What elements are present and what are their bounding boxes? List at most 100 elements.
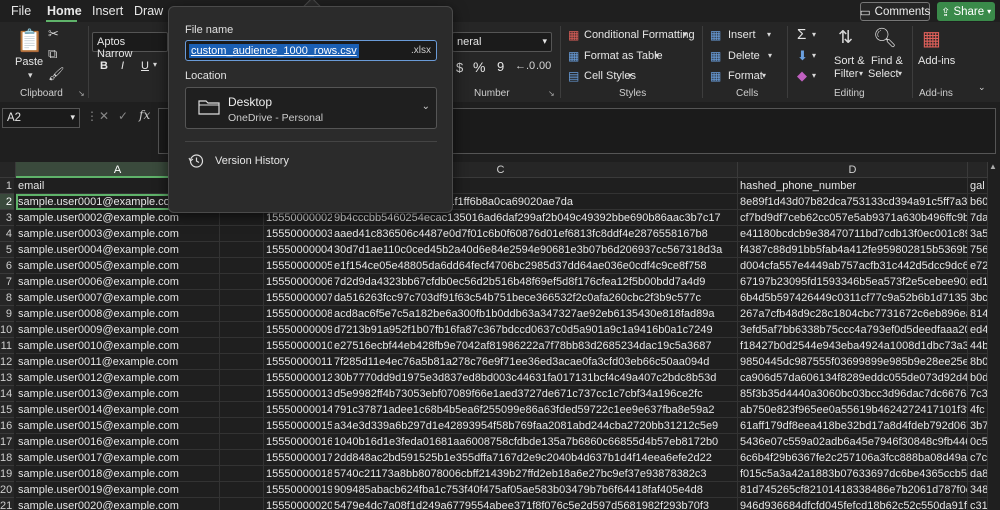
email-cell[interactable]: sample.user0008@example.com [16,306,220,322]
cell-e[interactable]: 3a5 [968,226,988,242]
row-number[interactable]: 10 [0,322,14,338]
hash-cell[interactable]: 909485abacb624fba1c753f40f475af05ae583b0… [332,482,738,498]
empty-cell[interactable] [220,338,264,354]
empty-cell[interactable] [220,274,264,290]
hashed-phone-cell[interactable]: 3efd5af7bb6338b75ccc4a793ef0d5deedfaaa20… [738,322,968,338]
empty-cell[interactable] [220,290,264,306]
email-cell[interactable]: sample.user0017@example.com [16,450,220,466]
hashed-phone-cell[interactable]: 85f3b35d4440a3060bc03bcc3d96dac7dc6676a [738,386,968,402]
format-painter-icon[interactable]: 🖌 [48,66,65,82]
email-cell[interactable]: sample.user0015@example.com [16,418,220,434]
empty-cell[interactable] [220,450,264,466]
find-select-icon[interactable]: 🔍︎ [873,26,897,50]
row-number[interactable]: 7 [0,274,14,290]
sort-filter-label-line1[interactable]: Sort & [834,55,865,67]
hashed-phone-cell[interactable]: 946d936684dfcfd045fefcd18b62c52c550da91f… [738,498,968,510]
hashed-phone-cell[interactable]: f015c5a3a42a1883b07633697dc6be4365ccb57 [738,466,968,482]
hash-cell[interactable]: 5740c21173a8bb8078006cbff21439b27ffd2eb1… [332,466,738,482]
cell-e[interactable]: 348 [968,482,988,498]
bold-button[interactable]: B [100,60,108,72]
empty-cell[interactable] [220,226,264,242]
hash-cell[interactable]: aaed41c836506c4487e0d7f01c6b0f60876d01ef… [332,226,738,242]
phone-cell[interactable]: 15550000012 [264,370,332,386]
version-history-button[interactable]: Version History [185,152,437,172]
file-name-input[interactable]: custom_audience_1000_rows.csv .xlsx [185,40,437,61]
cell-e[interactable]: b0d [968,370,988,386]
hashed-phone-cell[interactable]: 8e89f1d43d07b82dca753133cd394a91c5ff7a30… [738,194,968,210]
empty-cell[interactable] [220,498,264,510]
cut-icon[interactable]: ✂ [48,26,59,42]
row-number[interactable]: 2 [0,194,14,210]
insert-cells-button[interactable]: Insert [728,29,756,41]
row-number[interactable]: 3 [0,210,14,226]
phone-cell[interactable]: 15550000015 [264,418,332,434]
hash-cell[interactable]: 7f285d11e4ec76a5b81a278c76e9f71ee36ed3ac… [332,354,738,370]
email-cell[interactable]: sample.user0007@example.com [16,290,220,306]
empty-cell[interactable] [220,418,264,434]
empty-cell[interactable] [220,258,264,274]
menu-home[interactable]: Home [47,4,82,18]
cell-e[interactable]: e72 [968,258,988,274]
comments-button[interactable]: ▭ Comments [860,2,930,21]
email-cell[interactable]: sample.user0011@example.com [16,354,220,370]
hashed-phone-cell[interactable]: 6b4d5b597426449c0311cf77c9a52b6b1d7135f1 [738,290,968,306]
row-number[interactable]: 16 [0,418,14,434]
row-number[interactable]: 18 [0,450,14,466]
hash-cell[interactable]: e27516ecbf44eb428fb9e7042af81986222a7f78… [332,338,738,354]
phone-cell[interactable]: 15550000016 [264,434,332,450]
cell-e[interactable]: 8b0 [968,354,988,370]
email-cell[interactable]: sample.user0009@example.com [16,322,220,338]
hash-cell[interactable]: d7213b91a952f1b07fb16fa87c367bdccd0637c0… [332,322,738,338]
email-cell[interactable]: sample.user0014@example.com [16,402,220,418]
chevron-down-icon[interactable]: ▾ [859,69,863,78]
phone-cell[interactable]: 15550000009 [264,322,332,338]
email-cell[interactable]: sample.user0018@example.com [16,466,220,482]
delete-cells-icon[interactable]: ▦ [710,49,721,63]
email-cell[interactable]: sample.user0004@example.com [16,242,220,258]
hash-cell[interactable]: d5e9982ff4b73053ebf07089f66e1aed3727de67… [332,386,738,402]
hashed-phone-cell[interactable]: 67197b23095fd1593346b5ea573f2e5cebee902f… [738,274,968,290]
currency-icon[interactable]: $ [456,60,463,75]
hash-cell[interactable]: 1040b16d1e3feda01681aa6008758cfdbde135a7… [332,434,738,450]
dialog-launcher-icon[interactable]: ↘ [548,89,555,98]
sort-filter-label-line2[interactable]: Filter [834,68,858,80]
empty-cell[interactable] [220,354,264,370]
phone-cell[interactable]: 15550000017 [264,450,332,466]
chevron-down-icon[interactable]: ▾ [812,71,816,80]
cell-e[interactable]: b60 [968,194,988,210]
hash-cell[interactable]: 7d2d9da4323bb67cfdb0ec56d2b516b48f69ef5d… [332,274,738,290]
empty-cell[interactable] [220,386,264,402]
add-ins-icon[interactable]: ▦ [922,26,941,51]
menu-draw[interactable]: Draw [134,4,163,18]
hashed-phone-cell[interactable]: 267a7cfb48d9c28c1804cbc7731672c6eb896eac [738,306,968,322]
row-number[interactable]: 14 [0,386,14,402]
row-number[interactable]: 17 [0,434,14,450]
hash-cell[interactable]: acd8ac6f5e7c5a182be6a300fb1b0ddb63a34732… [332,306,738,322]
decrease-decimal-icon[interactable]: .00 [536,60,551,72]
hash-cell[interactable]: 2dd848ac2bd591525b1e355dffa7167d2e9c2040… [332,450,738,466]
cell-e1[interactable]: gal [968,178,988,194]
empty-cell[interactable] [220,370,264,386]
cell-e[interactable]: 44b [968,338,988,354]
row-number[interactable]: 21 [0,498,14,510]
hashed-phone-cell[interactable]: f18427b0d2544e943eba4924a1008d1dbc73a3d7… [738,338,968,354]
hash-cell[interactable]: e1f154ce05e48805da6dd64fecf4706bc2985d37… [332,258,738,274]
hashed-phone-cell[interactable]: 6c6b4f29b6367fe2c257106a3fcc888ba08d49a7 [738,450,968,466]
hashed-phone-cell[interactable]: 81d745265cf82101418338486e7b2061d787f0cb [738,482,968,498]
cell-e[interactable]: 3bc [968,290,988,306]
phone-cell[interactable]: 15550000020 [264,498,332,510]
empty-cell[interactable] [220,482,264,498]
row-number[interactable]: 4 [0,226,14,242]
phone-cell[interactable]: 15550000007 [264,290,332,306]
row-number[interactable]: 12 [0,354,14,370]
row-number[interactable]: 1 [0,178,14,194]
hashed-phone-cell[interactable]: ca906d57da606134f8289eddc055de073d92d498 [738,370,968,386]
cell-e[interactable]: 7da [968,210,988,226]
phone-cell[interactable]: 15550000004 [264,242,332,258]
insert-cells-icon[interactable]: ▦ [710,28,721,42]
cell-e[interactable]: ed1 [968,274,988,290]
cell-e[interactable]: da8 [968,466,988,482]
chevron-down-icon[interactable]: ⌄ [978,82,986,93]
cancel-icon[interactable]: ✕ [99,109,109,123]
hash-cell[interactable]: 791c37871adee1c68b4b5ea6f255099e86a63fde… [332,402,738,418]
